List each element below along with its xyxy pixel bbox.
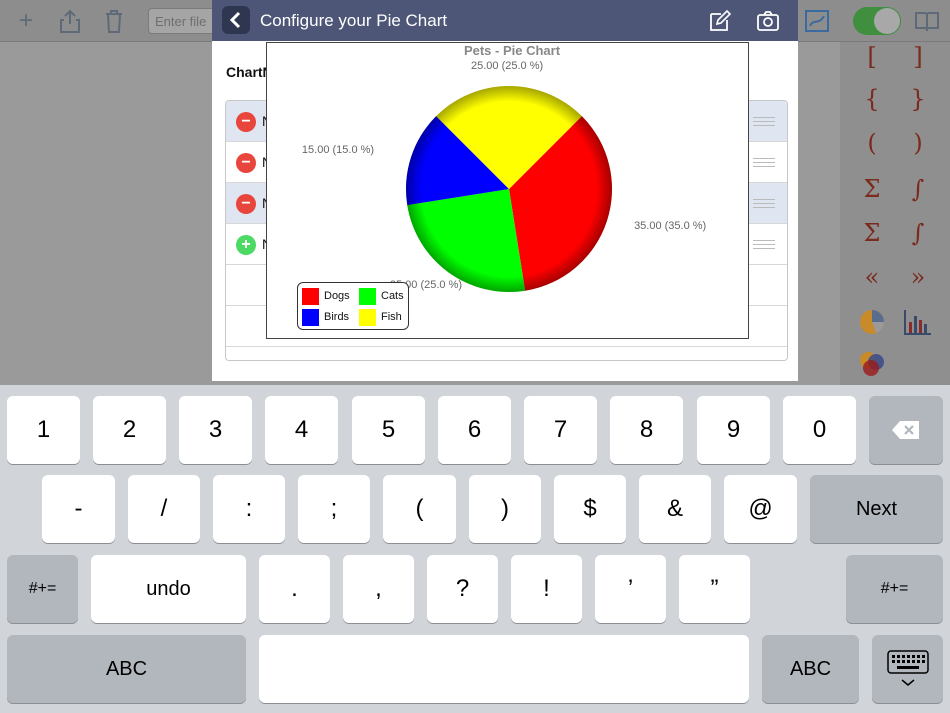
- key-colon[interactable]: :: [213, 475, 285, 543]
- key-left-paren[interactable]: (: [383, 475, 456, 543]
- key-question[interactable]: ?: [427, 555, 498, 623]
- next-key[interactable]: Next: [810, 475, 943, 543]
- left-paren-symbol[interactable]: (: [857, 128, 887, 158]
- right-bracket-symbol[interactable]: ]: [903, 42, 933, 72]
- key-semicolon[interactable]: ;: [298, 475, 370, 543]
- legend-label: Fish: [381, 311, 402, 323]
- chevron-left-icon: [229, 11, 241, 29]
- key-quote[interactable]: ”: [679, 555, 750, 623]
- key-at[interactable]: @: [724, 475, 797, 543]
- add-row-button[interactable]: +: [236, 235, 256, 255]
- key-8[interactable]: 8: [610, 396, 683, 464]
- legend-label: Birds: [324, 311, 350, 323]
- legend-label: Dogs: [324, 290, 350, 302]
- key-comma[interactable]: ,: [343, 555, 414, 623]
- edit-icon[interactable]: [708, 9, 732, 33]
- more-symbols-key-left[interactable]: #+=: [7, 555, 78, 623]
- pie-chart-icon[interactable]: [858, 308, 886, 341]
- backspace-icon: [892, 421, 919, 439]
- share-icon[interactable]: [57, 8, 83, 34]
- key-7[interactable]: 7: [524, 396, 597, 464]
- legend-swatch: [302, 288, 319, 305]
- venn-diagram-icon[interactable]: [858, 350, 886, 383]
- key-right-paren[interactable]: ): [469, 475, 541, 543]
- slice-label: 25.00 (25.0 %): [471, 60, 544, 72]
- book-icon[interactable]: [914, 8, 940, 34]
- file-name-input[interactable]: Enter file: [148, 8, 218, 34]
- key-exclamation[interactable]: !: [511, 555, 582, 623]
- slice-label: 35.00 (35.0 %): [634, 220, 707, 233]
- right-paren-symbol[interactable]: ): [903, 128, 933, 158]
- integral-symbol[interactable]: ∫: [903, 174, 933, 204]
- legend-label: Cats: [381, 290, 404, 302]
- backspace-key[interactable]: [869, 396, 943, 464]
- key-4[interactable]: 4: [265, 396, 338, 464]
- chart-legend: Dogs Cats Birds Fish: [297, 282, 409, 330]
- legend-swatch: [302, 309, 319, 326]
- key-5[interactable]: 5: [352, 396, 425, 464]
- double-left-symbol[interactable]: «: [857, 262, 887, 292]
- trash-icon[interactable]: [101, 8, 127, 34]
- key-1[interactable]: 1: [7, 396, 80, 464]
- key-0[interactable]: 0: [783, 396, 856, 464]
- modal-title: Configure your Pie Chart: [260, 11, 448, 30]
- reorder-handle-icon[interactable]: [753, 240, 775, 249]
- integral-limits-symbol[interactable]: ∫: [903, 218, 933, 248]
- key-dollar[interactable]: $: [554, 475, 626, 543]
- reorder-handle-icon[interactable]: [753, 117, 775, 126]
- key-ampersand[interactable]: &: [639, 475, 711, 543]
- mode-toggle[interactable]: [853, 7, 901, 35]
- abc-key-right[interactable]: ABC: [762, 635, 859, 703]
- bar-chart-icon[interactable]: [903, 308, 933, 341]
- key-minus[interactable]: -: [42, 475, 115, 543]
- key-period[interactable]: .: [259, 555, 330, 623]
- pie-chart-preview: Pets - Pie Chart 35.00 (35.0 %) 25.00 (25…: [266, 42, 749, 339]
- symbol-palette: [ ] { } ( ) Σ ∫ Σ ∫ « »: [840, 42, 950, 385]
- signature-icon[interactable]: [804, 8, 830, 34]
- reorder-handle-icon[interactable]: [753, 199, 775, 208]
- next-key-label: Next: [855, 497, 898, 520]
- reorder-handle-icon[interactable]: [753, 158, 775, 167]
- more-symbols-label: #+=: [880, 580, 909, 597]
- key-2[interactable]: 2: [93, 396, 166, 464]
- key-6[interactable]: 6: [438, 396, 511, 464]
- modal-header: Configure your Pie Chart: [212, 0, 798, 41]
- right-brace-symbol[interactable]: }: [903, 84, 933, 114]
- slice-label: 15.00 (15.0 %): [301, 143, 375, 156]
- undo-key[interactable]: undo: [91, 555, 246, 623]
- undo-label: undo: [146, 577, 191, 600]
- key-3[interactable]: 3: [179, 396, 252, 464]
- legend-swatch: [359, 288, 376, 305]
- toggle-knob: [874, 8, 900, 34]
- delete-row-button[interactable]: −: [236, 112, 256, 132]
- left-brace-symbol[interactable]: {: [857, 84, 887, 114]
- abc-label: ABC: [789, 657, 832, 680]
- abc-key-left[interactable]: ABC: [7, 635, 246, 703]
- key-apostrophe[interactable]: ’: [595, 555, 666, 623]
- abc-label: ABC: [105, 657, 148, 680]
- legend-swatch: [359, 309, 376, 326]
- hide-keyboard-icon: [886, 650, 929, 686]
- more-symbols-key-right[interactable]: #+=: [846, 555, 943, 623]
- sum-symbol[interactable]: Σ: [857, 174, 887, 204]
- on-screen-keyboard: 1 2 3 4 5 6 7 8 9 0 - / : ; ( ) $ & @ Ne…: [0, 385, 950, 713]
- back-button[interactable]: [222, 6, 250, 34]
- pie-rim-shade: [406, 86, 612, 292]
- add-icon[interactable]: +: [13, 8, 39, 34]
- double-right-symbol[interactable]: »: [903, 262, 933, 292]
- delete-row-button[interactable]: −: [236, 153, 256, 173]
- sum-limits-symbol[interactable]: Σ: [857, 218, 887, 248]
- space-key[interactable]: [259, 635, 749, 703]
- delete-row-button[interactable]: −: [236, 194, 256, 214]
- camera-icon[interactable]: [756, 9, 780, 33]
- more-symbols-label: #+=: [28, 580, 57, 597]
- left-bracket-symbol[interactable]: [: [857, 42, 887, 72]
- hide-keyboard-key[interactable]: [872, 635, 943, 703]
- key-slash[interactable]: /: [128, 475, 200, 543]
- key-9[interactable]: 9: [697, 396, 770, 464]
